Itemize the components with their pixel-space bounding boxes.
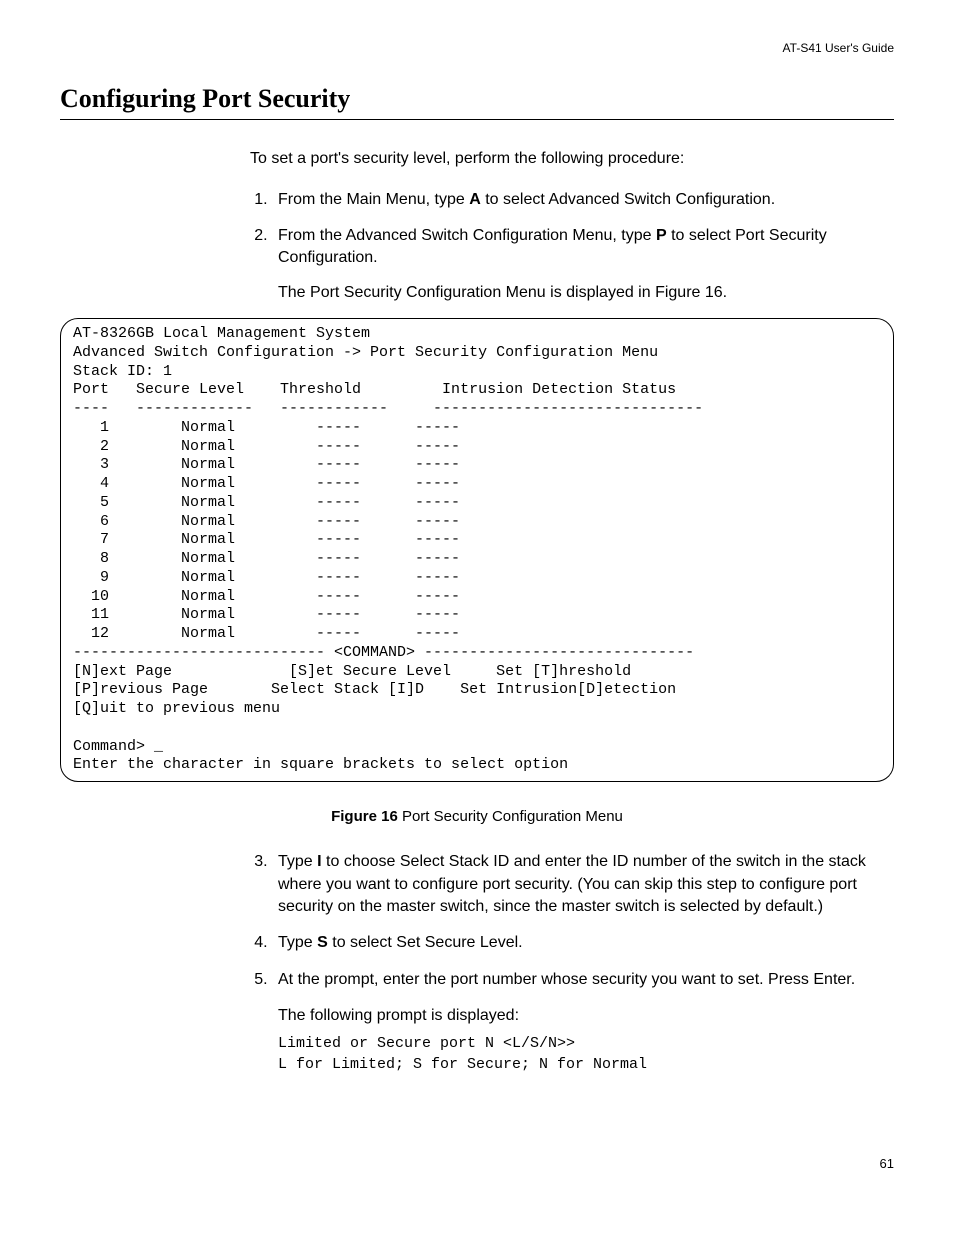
step5-text: At the prompt, enter the port number who… xyxy=(278,971,855,988)
prompt-line: L for Limited; S for Secure; N for Norma… xyxy=(278,1056,647,1073)
page-number: 61 xyxy=(60,1155,894,1173)
step-1: From the Main Menu, type A to select Adv… xyxy=(272,189,894,211)
figure-label: Figure 16 xyxy=(331,808,398,825)
step4-pre: Type xyxy=(278,934,317,951)
step-3: Type I to choose Select Stack ID and ent… xyxy=(272,851,894,918)
prompt-line: Limited or Secure port N <L/S/N>> xyxy=(278,1035,575,1052)
term-cmd: [Q]uit to previous menu xyxy=(73,700,280,717)
term-row: 7 Normal ----- ----- xyxy=(73,531,460,548)
prompt-block: Limited or Secure port N <L/S/N>> L for … xyxy=(278,1033,894,1075)
prompt-intro: The following prompt is displayed: xyxy=(278,1005,894,1027)
step-5: At the prompt, enter the port number who… xyxy=(272,969,894,1076)
step1-post: to select Advanced Switch Configuration. xyxy=(481,191,775,208)
term-line: ---- ------------- ------------ --------… xyxy=(73,400,703,417)
term-row: 4 Normal ----- ----- xyxy=(73,475,460,492)
figure-caption-text: Port Security Configuration Menu xyxy=(398,808,623,825)
term-prompt: Command> _ xyxy=(73,738,163,755)
figure-caption: Figure 16 Port Security Configuration Me… xyxy=(60,806,894,827)
step2-pre: From the Advanced Switch Configuration M… xyxy=(278,227,656,244)
term-row: 1 Normal ----- ----- xyxy=(73,419,460,436)
terminal-screenshot: AT-8326GB Local Management System Advanc… xyxy=(60,318,894,782)
term-row: 3 Normal ----- ----- xyxy=(73,456,460,473)
step-4: Type S to select Set Secure Level. xyxy=(272,932,894,954)
term-row: 11 Normal ----- ----- xyxy=(73,606,460,623)
section-title: Configuring Port Security xyxy=(60,81,894,120)
term-row: 10 Normal ----- ----- xyxy=(73,588,460,605)
step1-key: A xyxy=(469,191,481,208)
term-row: 9 Normal ----- ----- xyxy=(73,569,460,586)
term-row: 8 Normal ----- ----- xyxy=(73,550,460,567)
term-hint: Enter the character in square brackets t… xyxy=(73,756,568,773)
step4-key: S xyxy=(317,934,328,951)
term-line: Stack ID: 1 xyxy=(73,363,172,380)
term-row: 12 Normal ----- ----- xyxy=(73,625,460,642)
term-cmd: [N]ext Page [S]et Secure Level Set [T]hr… xyxy=(73,663,631,680)
intro-text: To set a port's security level, perform … xyxy=(250,148,894,170)
step3-pre: Type xyxy=(278,853,317,870)
step-2: From the Advanced Switch Configuration M… xyxy=(272,225,894,304)
figure-note: The Port Security Configuration Menu is … xyxy=(278,282,894,304)
step4-post: to select Set Secure Level. xyxy=(328,934,523,951)
term-line: Port Secure Level Threshold Intrusion De… xyxy=(73,381,676,398)
term-row: 6 Normal ----- ----- xyxy=(73,513,460,530)
term-line: Advanced Switch Configuration -> Port Se… xyxy=(73,344,658,361)
step3-post: to choose Select Stack ID and enter the … xyxy=(278,853,866,915)
term-row: 5 Normal ----- ----- xyxy=(73,494,460,511)
step1-pre: From the Main Menu, type xyxy=(278,191,469,208)
term-cmd-divider: ---------------------------- <COMMAND> -… xyxy=(73,644,694,661)
term-line: AT-8326GB Local Management System xyxy=(73,325,370,342)
page-header-guide: AT-S41 User's Guide xyxy=(60,40,894,57)
term-row: 2 Normal ----- ----- xyxy=(73,438,460,455)
step2-key: P xyxy=(656,227,667,244)
term-cmd: [P]revious Page Select Stack [I]D Set In… xyxy=(73,681,676,698)
